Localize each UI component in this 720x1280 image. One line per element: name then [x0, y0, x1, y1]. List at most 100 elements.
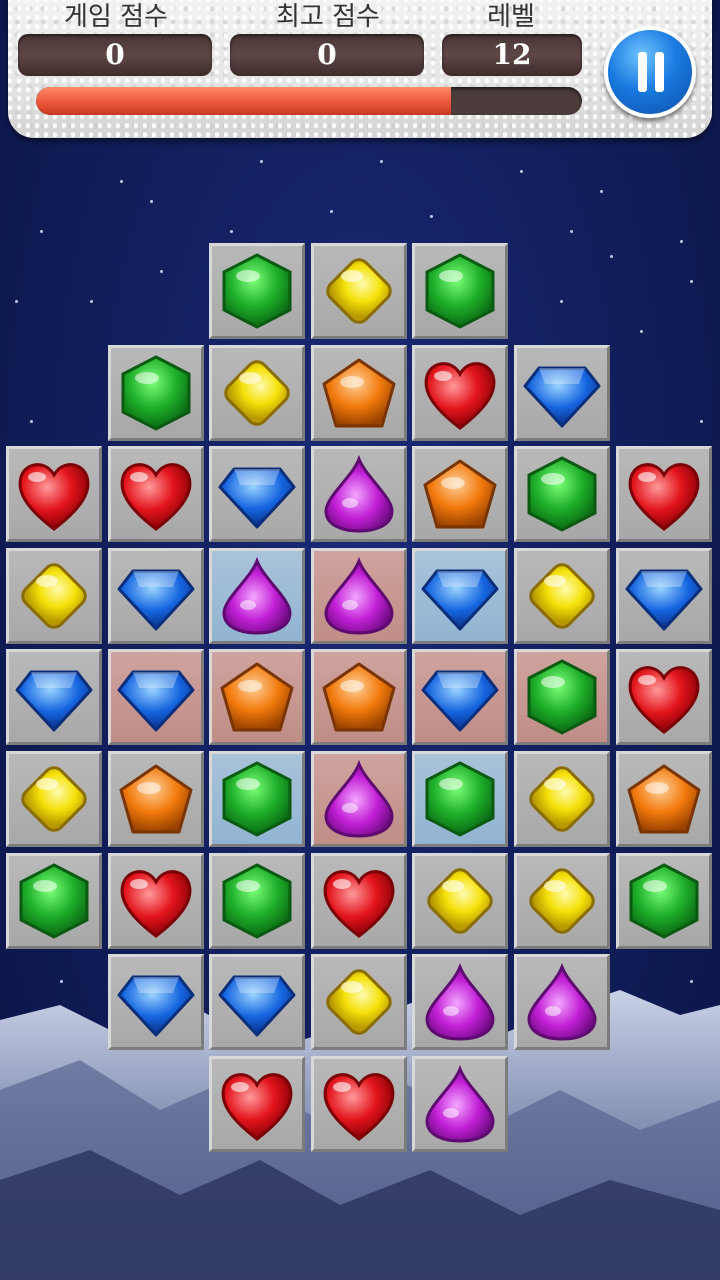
board-tile[interactable]: [615, 852, 712, 949]
purple-drop-icon: [324, 760, 394, 838]
board-tile[interactable]: [107, 852, 204, 949]
purple-drop-icon: [527, 963, 597, 1041]
board-tile[interactable]: [6, 649, 102, 746]
board-tile[interactable]: [615, 751, 712, 847]
board-tile[interactable]: [209, 446, 306, 543]
board-tile[interactable]: [6, 751, 102, 847]
board-tile[interactable]: [412, 243, 509, 339]
board-tile[interactable]: [209, 954, 306, 1051]
board-tile[interactable]: [514, 751, 610, 847]
yellow-diamond-icon: [427, 867, 494, 934]
board-tile[interactable]: [412, 751, 509, 847]
red-heart-icon: [323, 1073, 395, 1141]
red-heart-icon: [221, 1073, 293, 1141]
board-tile[interactable]: [514, 446, 610, 543]
green-hexagon-icon: [629, 862, 699, 939]
level-label: 레벨: [487, 2, 535, 32]
purple-drop-icon: [425, 1064, 495, 1143]
board-tile[interactable]: [310, 751, 407, 847]
board-tile[interactable]: [514, 852, 610, 949]
board-tile[interactable]: [615, 649, 712, 746]
green-hexagon-icon: [527, 659, 597, 736]
yellow-diamond-icon: [224, 359, 290, 426]
board-tile[interactable]: [209, 547, 306, 644]
board-tile[interactable]: [107, 344, 204, 441]
board-tile[interactable]: [412, 446, 509, 543]
level-value: 12: [442, 34, 582, 76]
green-hexagon-icon: [121, 354, 191, 431]
board-tile[interactable]: [412, 344, 509, 441]
red-heart-icon: [323, 869, 395, 938]
board-tile[interactable]: [412, 547, 509, 644]
board-tile[interactable]: [615, 446, 712, 543]
board-tile[interactable]: [310, 446, 407, 543]
green-hexagon-icon: [222, 862, 292, 939]
blue-gem-icon: [15, 670, 93, 732]
board-tile[interactable]: [107, 954, 204, 1051]
orange-pentagon-icon: [423, 459, 497, 529]
blue-gem-icon: [218, 467, 296, 529]
orange-pentagon-icon: [322, 358, 396, 428]
yellow-diamond-icon: [529, 766, 595, 832]
board-tile[interactable]: [107, 547, 204, 644]
red-heart-icon: [425, 361, 496, 430]
board-tile[interactable]: [412, 852, 509, 949]
green-hexagon-icon: [527, 456, 597, 532]
board-tile[interactable]: [514, 344, 610, 441]
board-tile[interactable]: [514, 649, 610, 746]
board-tile[interactable]: [412, 954, 509, 1051]
board-tile[interactable]: [310, 649, 407, 746]
board-tile[interactable]: [209, 751, 306, 847]
board-tile[interactable]: [514, 547, 610, 644]
green-hexagon-icon: [222, 761, 292, 837]
game-score-label: 게임 점수: [64, 2, 168, 32]
board-tile[interactable]: [310, 344, 407, 441]
board-tile[interactable]: [107, 649, 204, 746]
purple-drop-icon: [324, 455, 394, 533]
red-heart-icon: [628, 666, 699, 735]
yellow-diamond-icon: [529, 867, 595, 934]
green-hexagon-icon: [222, 253, 292, 329]
board-tile[interactable]: [310, 547, 407, 644]
board-tile[interactable]: [107, 751, 204, 847]
orange-pentagon-icon: [220, 662, 294, 732]
best-score-value: 0: [230, 34, 424, 76]
pause-button[interactable]: [604, 26, 696, 118]
board-tile[interactable]: [310, 852, 407, 949]
red-heart-icon: [18, 463, 90, 532]
board-tile[interactable]: [615, 547, 712, 644]
purple-drop-icon: [425, 963, 495, 1041]
green-hexagon-icon: [425, 761, 495, 837]
board-tile[interactable]: [209, 852, 306, 949]
best-score-label: 최고 점수: [276, 2, 380, 32]
blue-gem-icon: [117, 569, 195, 631]
blue-gem-icon: [117, 975, 195, 1037]
blue-gem-icon: [421, 569, 499, 631]
red-heart-icon: [120, 463, 191, 532]
red-heart-icon: [628, 463, 699, 532]
board-tile[interactable]: [412, 649, 509, 746]
yellow-diamond-icon: [21, 766, 87, 832]
purple-drop-icon: [324, 556, 394, 635]
board-tile[interactable]: [310, 1055, 407, 1152]
board-tile[interactable]: [310, 954, 407, 1051]
board-tile[interactable]: [209, 1055, 306, 1152]
board-tile[interactable]: [310, 243, 407, 339]
board-tile[interactable]: [209, 344, 306, 441]
blue-gem-icon: [218, 975, 296, 1037]
red-heart-icon: [120, 869, 191, 938]
board-tile[interactable]: [6, 852, 102, 949]
board-tile[interactable]: [6, 446, 102, 543]
blue-gem-icon: [117, 670, 195, 732]
board-tile[interactable]: [412, 1055, 509, 1152]
yellow-diamond-icon: [326, 969, 392, 1035]
board-tile[interactable]: [209, 243, 306, 339]
orange-pentagon-icon: [119, 764, 193, 834]
level-progress-bar: [36, 87, 582, 115]
board-tile[interactable]: [514, 954, 610, 1051]
board-tile[interactable]: [107, 446, 204, 543]
game-score-value: 0: [18, 34, 212, 76]
blue-gem-icon: [421, 670, 499, 732]
board-tile[interactable]: [209, 649, 306, 746]
board-tile[interactable]: [6, 547, 102, 644]
